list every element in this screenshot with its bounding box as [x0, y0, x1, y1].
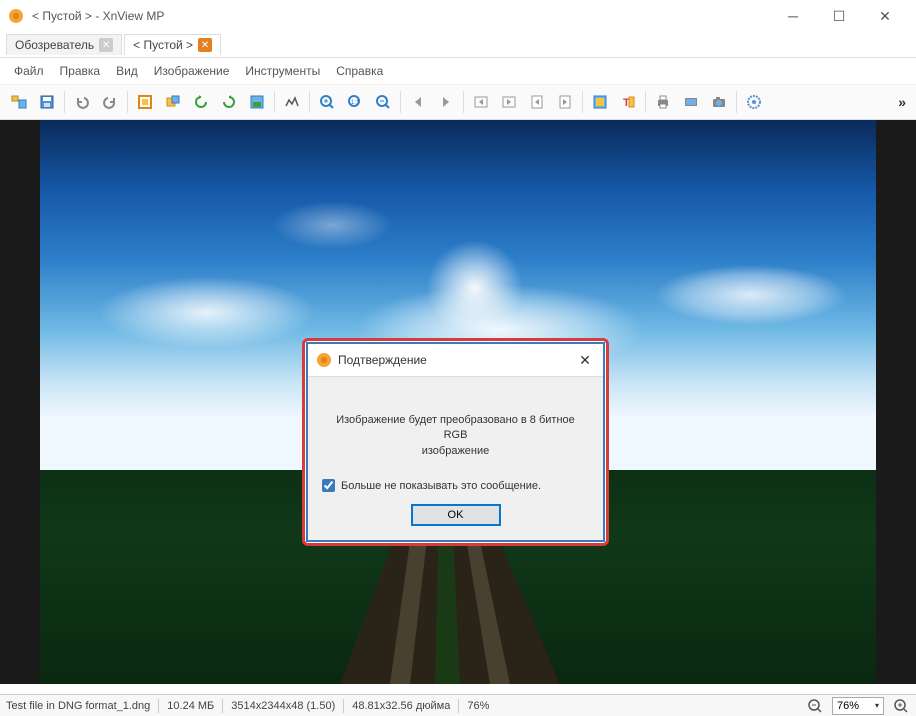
toolbar: 1:1 T »	[0, 85, 916, 120]
image-viewer[interactable]: Подтверждение ✕ Изображение будет преобр…	[0, 120, 916, 684]
rotate-right-icon[interactable]	[216, 89, 242, 115]
status-filesize: 10.24 МБ	[167, 700, 214, 712]
statusbar: Test file in DNG format_1.dng 10.24 МБ 3…	[0, 694, 916, 716]
dialog-title: Подтверждение	[338, 353, 575, 367]
app-icon	[316, 352, 332, 368]
settings-icon[interactable]	[741, 89, 767, 115]
tab-bar: Обозреватель ✕ < Пустой > ✕	[0, 32, 916, 58]
maximize-button[interactable]: ☐	[816, 1, 862, 31]
browser-icon[interactable]	[6, 89, 32, 115]
zoom-in-icon[interactable]	[314, 89, 340, 115]
menu-tools[interactable]: Инструменты	[239, 62, 326, 80]
menubar: Файл Правка Вид Изображение Инструменты …	[0, 58, 916, 85]
minimize-button[interactable]: ─	[770, 1, 816, 31]
levels-icon[interactable]	[279, 89, 305, 115]
zoom-input[interactable]	[837, 700, 873, 712]
prev-icon[interactable]	[405, 89, 431, 115]
status-zoom: 76%	[467, 700, 489, 712]
zoom-in-status-icon[interactable]	[892, 697, 910, 715]
zoom-out-icon[interactable]	[370, 89, 396, 115]
menu-view[interactable]: Вид	[110, 62, 144, 80]
menu-edit[interactable]: Правка	[54, 62, 107, 80]
zoom-out-status-icon[interactable]	[806, 697, 824, 715]
rotate-left-icon[interactable]	[188, 89, 214, 115]
app-icon	[8, 8, 24, 24]
tab-close-icon[interactable]: ✕	[198, 38, 212, 52]
undo-icon[interactable]	[69, 89, 95, 115]
dialog-message: Изображение будет преобразовано в 8 битн…	[308, 377, 603, 479]
zoom-100-icon[interactable]: 1:1	[342, 89, 368, 115]
camera-icon[interactable]	[706, 89, 732, 115]
menu-file[interactable]: Файл	[8, 62, 50, 80]
last-icon[interactable]	[496, 89, 522, 115]
titlebar: < Пустой > - XnView MP ─ ☐ ✕	[0, 0, 916, 32]
chevron-down-icon[interactable]: ▾	[875, 701, 879, 710]
first-icon[interactable]	[468, 89, 494, 115]
page-next-icon[interactable]	[552, 89, 578, 115]
next-icon[interactable]	[433, 89, 459, 115]
checkbox-input[interactable]	[322, 479, 335, 492]
status-dimensions: 3514x2344x48 (1.50)	[231, 700, 335, 712]
dont-show-again-checkbox[interactable]: Больше не показывать это сообщение.	[308, 479, 603, 504]
confirmation-dialog: Подтверждение ✕ Изображение будет преобр…	[302, 338, 609, 546]
tab-label: < Пустой >	[133, 38, 193, 52]
viewer-margin-left	[0, 120, 40, 684]
menu-image[interactable]: Изображение	[148, 62, 236, 80]
close-button[interactable]: ✕	[862, 1, 908, 31]
text-icon[interactable]: T	[615, 89, 641, 115]
fullscreen-icon[interactable]	[587, 89, 613, 115]
save-icon[interactable]	[34, 89, 60, 115]
status-print-size: 48.81x32.56 дюйма	[352, 700, 450, 712]
status-filename: Test file in DNG format_1.dng	[6, 700, 150, 712]
viewer-margin-right	[876, 120, 916, 684]
fit-icon[interactable]	[132, 89, 158, 115]
print-icon[interactable]	[650, 89, 676, 115]
menu-help[interactable]: Справка	[330, 62, 389, 80]
toolbar-overflow-icon[interactable]: »	[894, 94, 910, 110]
checkbox-label: Больше не показывать это сообщение.	[341, 480, 541, 492]
redo-icon[interactable]	[97, 89, 123, 115]
crop-icon[interactable]	[244, 89, 270, 115]
tab-empty[interactable]: < Пустой > ✕	[124, 34, 221, 55]
tab-label: Обозреватель	[15, 38, 94, 52]
tab-close-icon[interactable]: ✕	[99, 38, 113, 52]
page-prev-icon[interactable]	[524, 89, 550, 115]
zoom-combo[interactable]: ▾	[832, 697, 884, 715]
dialog-titlebar[interactable]: Подтверждение ✕	[308, 344, 603, 377]
ok-button[interactable]: OK	[411, 504, 501, 526]
rotate-ccw-icon[interactable]	[160, 89, 186, 115]
tab-browser[interactable]: Обозреватель ✕	[6, 34, 122, 55]
window-title: < Пустой > - XnView MP	[32, 9, 770, 23]
dialog-close-button[interactable]: ✕	[575, 350, 595, 370]
svg-text:1:1: 1:1	[351, 100, 360, 106]
scan-icon[interactable]	[678, 89, 704, 115]
